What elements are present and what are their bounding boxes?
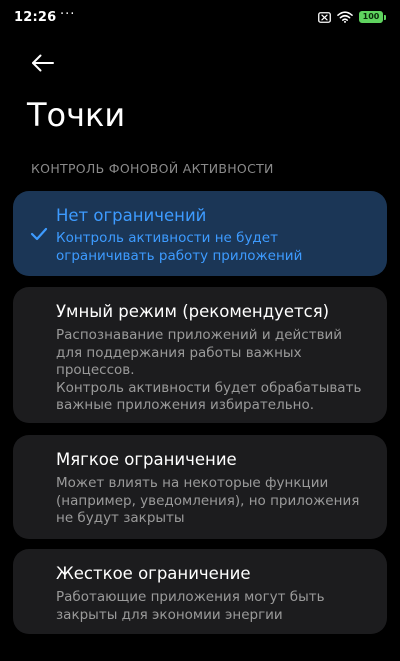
check-icon [30,227,48,241]
battery-body: 100 [359,11,383,23]
option-title: Нет ограничений [56,206,207,225]
option-hard-restriction[interactable]: Жесткое ограничение Работающие приложени… [13,549,387,634]
battery-tip [384,14,386,20]
description-line: закрыты для экономии энергии [56,606,283,623]
status-icons: 100 [318,11,386,23]
option-smart-mode[interactable]: Умный режим (рекомендуется) Распознавани… [13,287,387,423]
option-description: Контроль активности не будет ограничиват… [56,230,376,265]
description-line: не будут закрыты [56,510,185,526]
back-button[interactable] [28,50,58,76]
description-line: процессов. [56,362,135,378]
description-line: Контроль активности не будет [56,230,278,246]
arrow-left-icon [32,54,54,72]
description-line: (например, уведомления), но приложения [56,492,360,509]
description-line: Распознавание приложений и действий [56,327,343,343]
wifi-icon [337,11,353,23]
battery-level: 100 [362,12,380,21]
option-description: Работающие приложения могут быть закрыты… [56,589,376,624]
status-time: 12:26 [14,10,57,25]
option-description: Распознавание приложений и действий для … [56,327,376,415]
option-title: Жесткое ограничение [56,564,251,583]
description-line: для поддержания работы важных [56,344,302,361]
page-title: Точки [27,96,126,134]
description-line: ограничивать работу приложений [56,247,303,264]
no-sim-icon [318,11,331,23]
description-line: важные приложения избирательно. [56,397,315,413]
description-line: Работающие приложения могут быть [56,589,325,605]
option-description: Может влиять на некоторые функции (напри… [56,475,376,528]
battery-icon: 100 [359,11,386,23]
option-title: Мягкое ограничение [56,450,237,469]
description-line: Контроль активности будет обрабатывать [56,379,362,396]
option-soft-restriction[interactable]: Мягкое ограничение Может влиять на некот… [13,435,387,539]
more-notifications-icon: ··· [60,7,76,22]
option-title: Умный режим (рекомендуется) [56,302,330,321]
section-header: КОНТРОЛЬ ФОНОВОЙ АКТИВНОСТИ [31,161,274,176]
description-line: Может влиять на некоторые функции [56,475,329,491]
option-no-restrictions[interactable]: Нет ограничений Контроль активности не б… [13,191,387,276]
status-bar: 12:26 ··· 100 [0,0,400,36]
